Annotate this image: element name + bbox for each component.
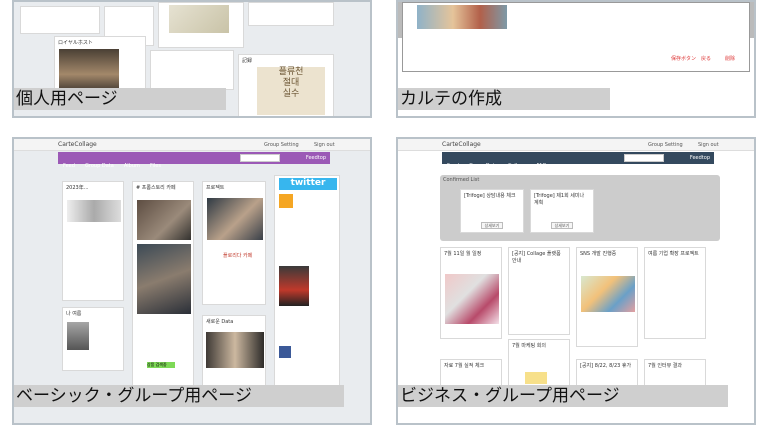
card[interactable] xyxy=(20,6,100,34)
card-title: 7월 마케팅 회의 xyxy=(512,343,546,349)
card[interactable]: 프로젝트 플로리다 카페 xyxy=(202,181,266,305)
card-title: 여름 기업 확장 프로젝트 xyxy=(648,251,699,257)
main-nav: Feed Group Data Album Files Feedtop xyxy=(58,152,330,169)
card-title: 7월 인터뷰 결과 xyxy=(648,363,682,369)
book-cover: 플류천 절대 실수 xyxy=(257,67,325,115)
photo xyxy=(67,200,121,222)
top-bar: CarteCollage Group Setting Sign out xyxy=(398,139,754,151)
karte-modal: 保存ボタン 戻る 削除 xyxy=(402,2,750,72)
sign-out-link[interactable]: Sign out xyxy=(314,142,335,148)
tab-faq[interactable]: FAQ xyxy=(537,163,547,169)
card[interactable] xyxy=(150,50,234,90)
card-title: 프로젝트 xyxy=(206,185,225,191)
twitter-badge[interactable]: twitter xyxy=(279,178,337,190)
photo xyxy=(169,5,229,33)
business-group-page-screenshot: CarteCollage Group Setting Sign out Feed… xyxy=(396,137,756,425)
confirmed-card-title: [Trifoge] 제1회 세미나 계획 xyxy=(534,193,585,206)
card-title: 記録 xyxy=(242,58,253,64)
card[interactable]: SNS 개발 진행중 xyxy=(576,247,638,347)
card-title: 2023年... xyxy=(66,185,89,191)
avatar xyxy=(279,194,293,208)
card[interactable]: 2023年... xyxy=(62,181,124,301)
photo xyxy=(279,266,309,306)
tab-files[interactable]: Files xyxy=(150,163,161,169)
card[interactable] xyxy=(158,2,244,48)
card-title: 나 여름 xyxy=(66,311,82,317)
feedtop-link[interactable]: Feedtop xyxy=(306,155,326,161)
card[interactable]: 7월 11일 월 일정 xyxy=(440,247,502,339)
photo xyxy=(137,200,191,240)
card-title: ロイヤルホスト xyxy=(58,40,93,46)
sign-out-link[interactable]: Sign out xyxy=(698,142,719,148)
confirmed-title: Confirmed List xyxy=(443,177,480,183)
card-title: [공지] Collage 플랫폼 안내 xyxy=(512,251,561,264)
card-title: 7월 11일 월 일정 xyxy=(444,251,482,257)
photo xyxy=(445,274,499,324)
search-input[interactable] xyxy=(240,154,280,162)
detail-button[interactable]: 상세보기 xyxy=(551,222,573,229)
tab-feed[interactable]: Feed xyxy=(447,163,459,169)
basic-group-page-screenshot: CarteCollage Group Setting Sign out Feed… xyxy=(12,137,372,425)
photo xyxy=(67,322,89,350)
card[interactable]: # 프롬스토리 카페 상품 검색중 xyxy=(132,181,194,405)
tab-group-data[interactable]: Group Data xyxy=(85,163,114,169)
tab-collage[interactable]: Collage xyxy=(508,163,527,169)
confirmed-card-title: [Trifoge] 상담내용 체크 xyxy=(464,193,516,199)
card[interactable]: 새로운 Data xyxy=(202,315,266,387)
confirmed-card[interactable]: [Trifoge] 상담내용 체크 상세보기 xyxy=(460,189,524,233)
card[interactable]: 여름 기업 확장 프로젝트 xyxy=(644,247,706,339)
caption: ベーシック・グループ用ページ xyxy=(14,385,344,407)
group-setting-link[interactable]: Group Setting xyxy=(648,142,683,148)
card[interactable]: ロイヤルホスト xyxy=(54,36,146,96)
avatar xyxy=(279,346,291,358)
photo xyxy=(137,244,191,314)
card-title: # 프롬스토리 카페 xyxy=(136,185,176,191)
app-logo[interactable]: CarteCollage xyxy=(58,141,97,148)
karte-creation-screenshot: 保存ボタン 戻る 削除 カルテの作成 xyxy=(396,0,756,118)
sticky-note xyxy=(525,372,547,384)
card[interactable]: 나 여름 xyxy=(62,307,124,371)
caption: 個人用ページ xyxy=(14,88,226,110)
feedtop-link[interactable]: Feedtop xyxy=(690,155,710,161)
tab-feed[interactable]: Feed xyxy=(63,163,75,169)
tab-group-data[interactable]: Group Data xyxy=(469,163,498,169)
card[interactable]: [공지] Collage 플랫폼 안내 xyxy=(508,247,570,335)
detail-button[interactable]: 상세보기 xyxy=(481,222,503,229)
card-title: 새로운 Data xyxy=(206,319,234,325)
card-title: [공지] 8/22, 8/23 휴가 xyxy=(580,363,632,369)
highlight-label: 상품 검색중 xyxy=(147,362,175,368)
caption: カルテの作成 xyxy=(398,88,610,110)
save-button[interactable]: 保存ボタン xyxy=(671,55,696,62)
photo xyxy=(207,198,263,240)
search-input[interactable] xyxy=(624,154,664,162)
caption: ビジネス・グループ用ページ xyxy=(398,385,728,407)
sidebar-feed: twitter xyxy=(274,175,340,405)
confirmed-card[interactable]: [Trifoge] 제1회 세미나 계획 상세보기 xyxy=(530,189,594,233)
photo xyxy=(581,276,635,312)
app-logo[interactable]: CarteCollage xyxy=(442,141,481,148)
back-button[interactable]: 戻る xyxy=(701,55,711,62)
image-preview xyxy=(417,5,507,29)
card-title: 자료 7월 실적 체크 xyxy=(444,363,485,369)
group-setting-link[interactable]: Group Setting xyxy=(264,142,299,148)
confirmed-list: Confirmed List [Trifoge] 상담내용 체크 상세보기 [T… xyxy=(440,175,720,241)
top-bar: CarteCollage Group Setting Sign out xyxy=(14,139,370,151)
card-title: SNS 개발 진행중 xyxy=(580,251,617,257)
card[interactable]: 記録 플류천 절대 실수 xyxy=(238,54,334,116)
card[interactable] xyxy=(248,2,334,26)
main-nav: Feed Group Data Collage FAQ Feedtop xyxy=(442,152,714,169)
delete-button[interactable]: 削除 xyxy=(725,55,735,62)
tab-album[interactable]: Album xyxy=(124,163,140,169)
photo-caption: 플로리다 카페 xyxy=(223,253,253,259)
personal-page-screenshot: ロイヤルホスト 記録 플류천 절대 실수 個人用ページ xyxy=(12,0,372,118)
photo xyxy=(206,332,264,368)
